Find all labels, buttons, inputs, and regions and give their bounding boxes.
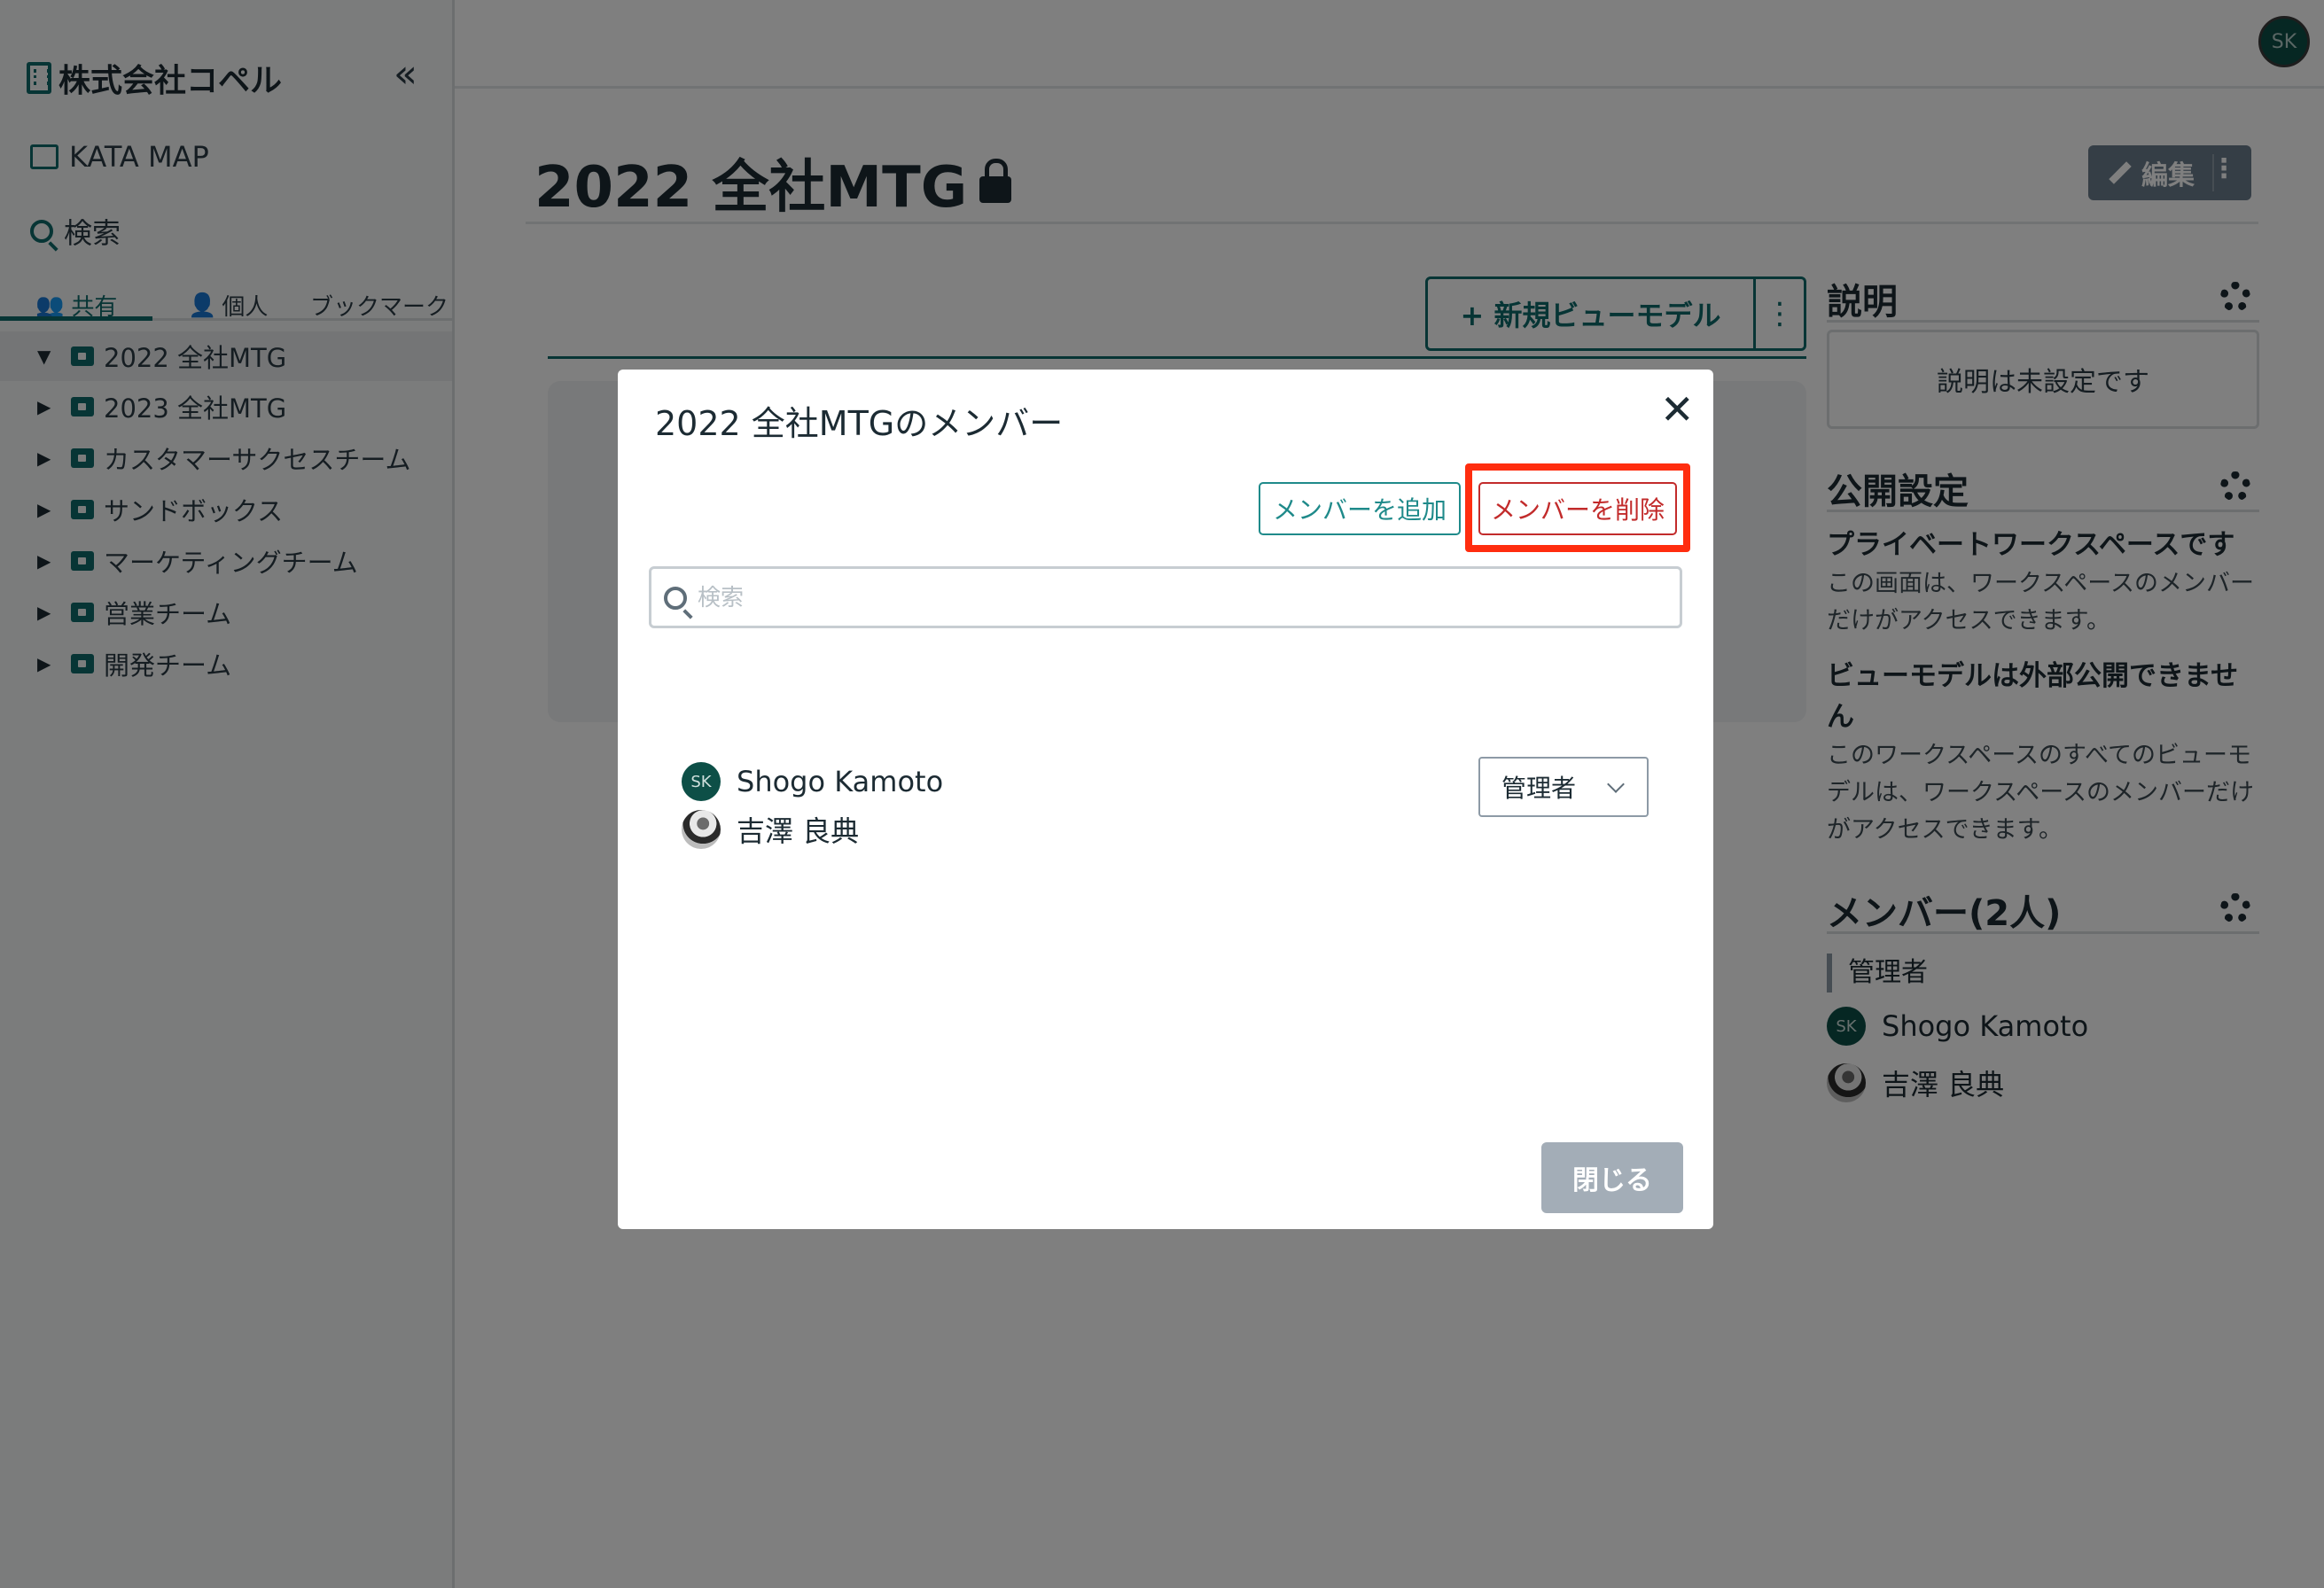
member-name: 吉澤 良典 <box>737 814 860 848</box>
member-row: SK Shogo Kamoto <box>682 762 943 801</box>
role-select-value: 管理者 <box>1501 774 1577 803</box>
close-icon[interactable]: ✕ <box>1660 389 1695 430</box>
remove-member-button[interactable]: メンバーを削除 <box>1478 482 1677 535</box>
chevron-down-icon <box>1607 775 1625 793</box>
close-button[interactable]: 閉じる <box>1541 1142 1683 1213</box>
avatar: SK <box>682 762 721 801</box>
role-select[interactable]: 管理者 <box>1478 757 1649 817</box>
modal-title: 2022 全社MTGのメンバー <box>655 404 1064 443</box>
avatar <box>682 810 721 849</box>
member-search <box>649 566 1682 628</box>
member-name: Shogo Kamoto <box>737 765 944 798</box>
add-member-button[interactable]: メンバーを追加 <box>1259 482 1461 535</box>
members-modal: 2022 全社MTGのメンバー ✕ メンバーを追加 メンバーを削除 SK Sho… <box>618 370 1713 1229</box>
member-row: 吉澤 良典 <box>682 809 859 850</box>
search-input[interactable] <box>698 580 1673 617</box>
search-icon <box>664 587 687 610</box>
